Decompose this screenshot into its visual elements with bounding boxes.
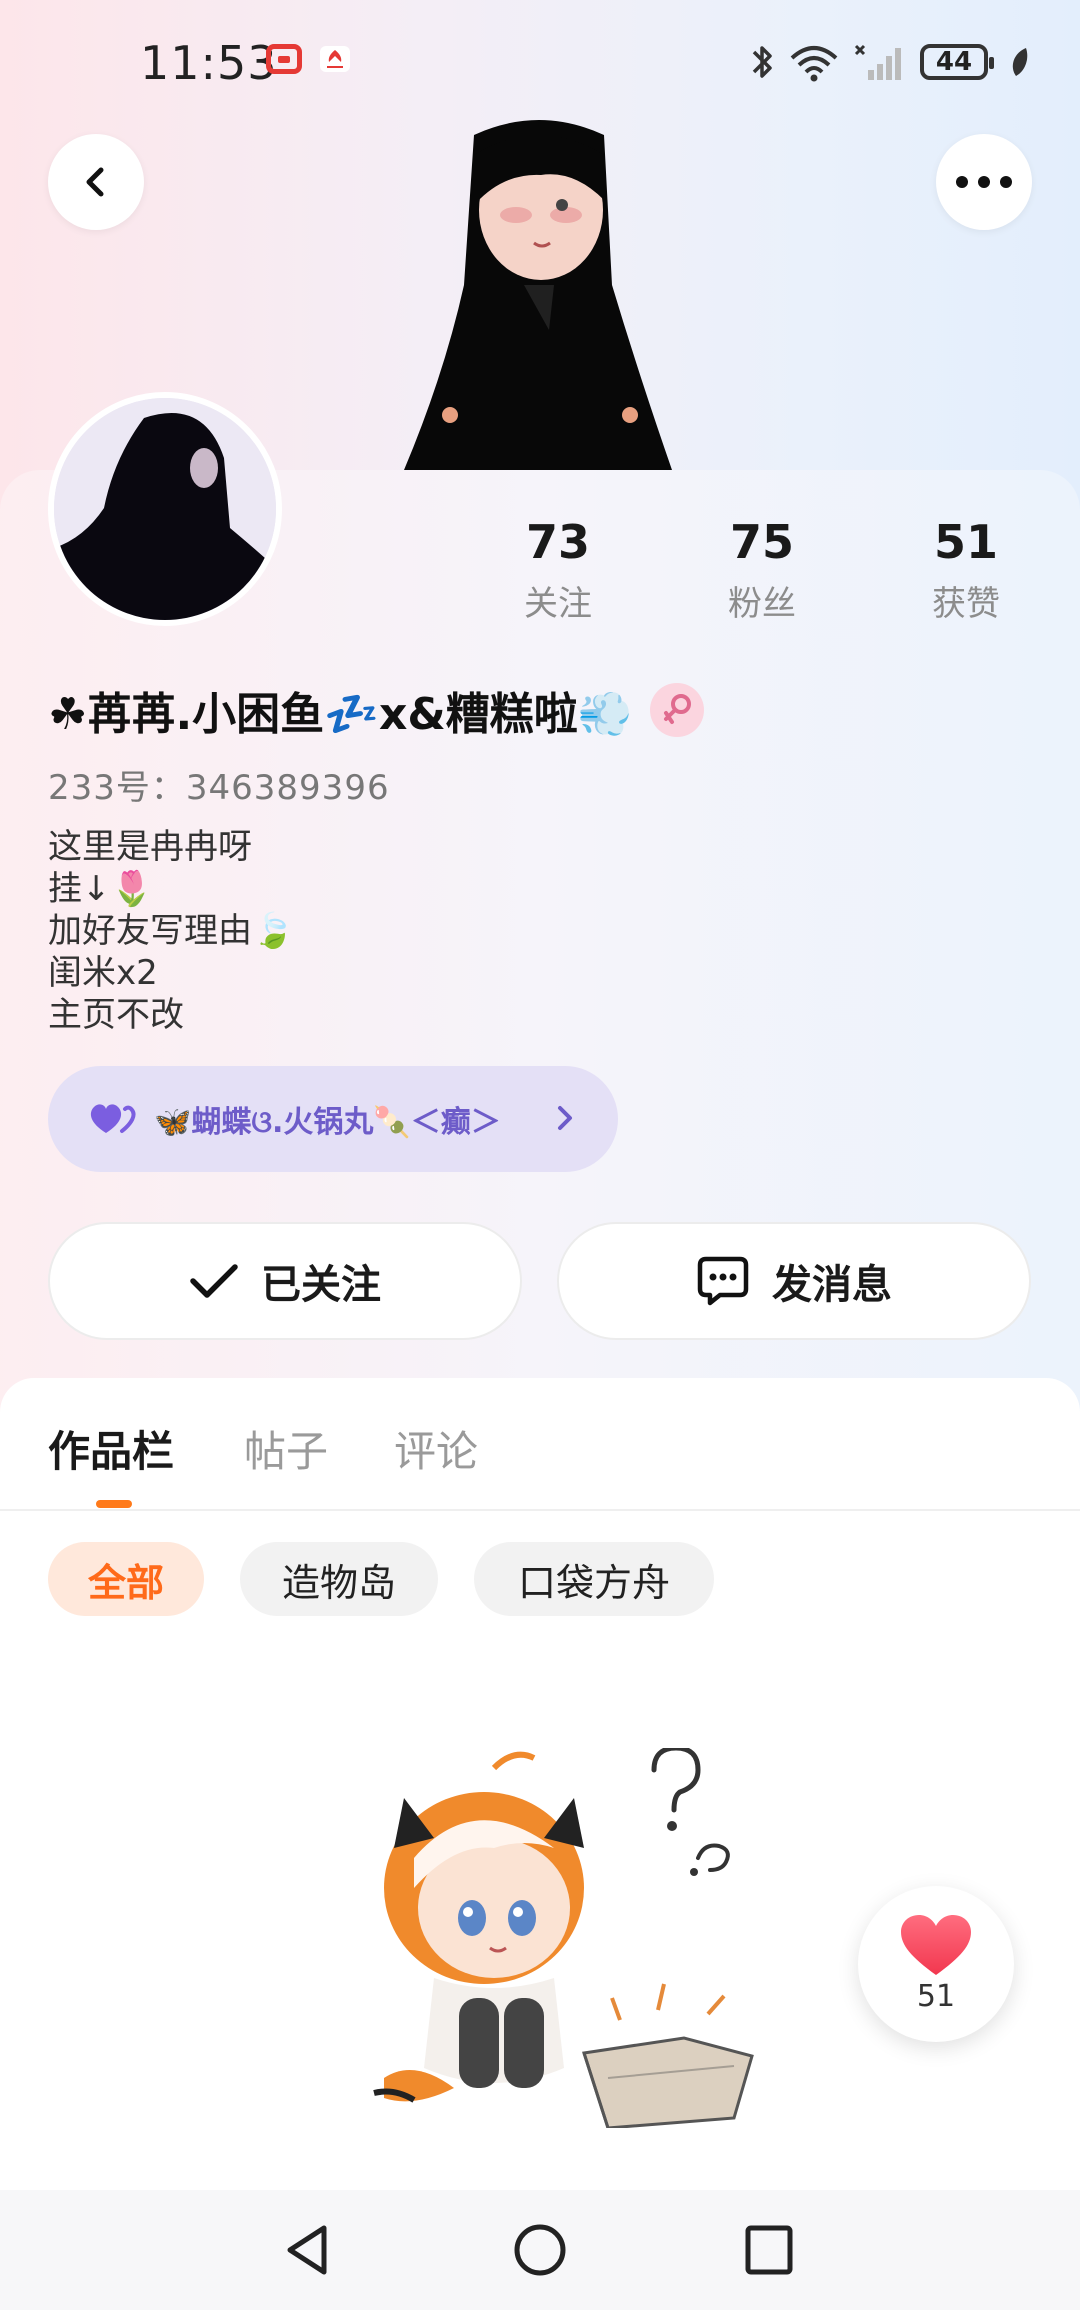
signal-icon bbox=[854, 44, 901, 80]
tab-comments[interactable]: 评论 bbox=[394, 1418, 478, 1479]
double-heart-icon bbox=[90, 1104, 136, 1133]
chevron-right-icon bbox=[558, 1106, 572, 1130]
back-button[interactable] bbox=[48, 134, 144, 230]
bio-line: 闺米x2 bbox=[48, 953, 158, 993]
filter-pocket-ark[interactable]: 口袋方舟 bbox=[474, 1542, 714, 1616]
heart-icon bbox=[901, 1914, 971, 1975]
bio: 这里是冉冉呀 挂↓🌷 加好友写理由🍃 闺米x2 主页不改 bbox=[48, 826, 294, 1036]
filter-creation-island[interactable]: 造物岛 bbox=[240, 1542, 438, 1616]
tab-posts[interactable]: 帖子 bbox=[244, 1418, 328, 1479]
followed-label: 已关注 bbox=[261, 1262, 381, 1308]
status-bar: 11:53 44 bbox=[0, 0, 1080, 120]
tab-divider bbox=[0, 1509, 1080, 1511]
battery-level: 44 bbox=[935, 47, 973, 77]
stat-likes[interactable]: 51 获赞 bbox=[896, 510, 1036, 625]
stat-following[interactable]: 73 关注 bbox=[488, 510, 628, 625]
bluetooth-icon bbox=[752, 46, 772, 78]
nav-recents-icon[interactable] bbox=[744, 2222, 794, 2278]
fan-group-name: 🦋蝴蝶ଓ.火锅丸🍡＜癫＞ bbox=[154, 1105, 501, 1140]
more-button[interactable] bbox=[936, 134, 1032, 230]
stat-following-label: 关注 bbox=[524, 584, 592, 624]
nav-back-icon[interactable] bbox=[282, 2222, 332, 2278]
nickname-row: ☘苒苒.小困鱼💤x&糟糕啦💨 bbox=[48, 678, 705, 742]
empty-state-illustration bbox=[373, 1748, 754, 2128]
female-icon bbox=[650, 683, 705, 737]
stat-likes-value: 51 bbox=[933, 515, 998, 569]
content-section: 作品栏 帖子 评论 全部 造物岛 口袋方舟 bbox=[0, 1378, 1080, 2310]
stat-fans-label: 粉丝 bbox=[728, 584, 796, 624]
bio-line: 主页不改 bbox=[48, 995, 184, 1035]
send-message-label: 发消息 bbox=[772, 1262, 892, 1308]
avatar[interactable] bbox=[48, 392, 282, 626]
check-icon bbox=[190, 1264, 238, 1298]
fan-group-pill[interactable]: 🦋蝴蝶ଓ.火锅丸🍡＜癫＞ bbox=[48, 1066, 618, 1172]
leaf-icon bbox=[1012, 48, 1028, 76]
battery-icon: 44 bbox=[920, 44, 994, 80]
more-dots-icon bbox=[956, 176, 1012, 188]
header-character-figure bbox=[404, 120, 672, 470]
avatar-image bbox=[54, 398, 276, 620]
wifi-icon bbox=[790, 46, 838, 82]
user-id: 233号：346389396 bbox=[48, 768, 390, 808]
send-message-button[interactable]: 发消息 bbox=[557, 1222, 1031, 1340]
nav-home-icon[interactable] bbox=[512, 2222, 568, 2278]
bio-line: 挂↓🌷 bbox=[48, 869, 153, 909]
active-tab-indicator bbox=[96, 1500, 132, 1508]
stat-likes-label: 获赞 bbox=[932, 584, 1000, 624]
stat-fans-value: 75 bbox=[729, 515, 794, 569]
nickname: ☘苒苒.小困鱼💤x&糟糕啦💨 bbox=[48, 689, 633, 740]
filter-all[interactable]: 全部 bbox=[48, 1542, 204, 1616]
tab-works[interactable]: 作品栏 bbox=[48, 1418, 174, 1479]
bio-line: 加好友写理由🍃 bbox=[48, 911, 295, 951]
like-float-button[interactable]: 51 bbox=[858, 1886, 1014, 2042]
followed-button[interactable]: 已关注 bbox=[48, 1222, 522, 1340]
like-count: 51 bbox=[916, 1978, 956, 2014]
stat-fans[interactable]: 75 粉丝 bbox=[692, 510, 832, 625]
app-notification-icon bbox=[266, 44, 302, 74]
stat-following-value: 73 bbox=[525, 515, 590, 569]
chevron-left-icon bbox=[86, 167, 104, 197]
huawei-icon bbox=[320, 46, 350, 72]
system-navigation-bar bbox=[0, 2190, 1080, 2310]
bio-line: 这里是冉冉呀 bbox=[48, 827, 252, 867]
status-time: 11:53 bbox=[140, 36, 278, 90]
chat-bubble-icon bbox=[697, 1256, 749, 1306]
